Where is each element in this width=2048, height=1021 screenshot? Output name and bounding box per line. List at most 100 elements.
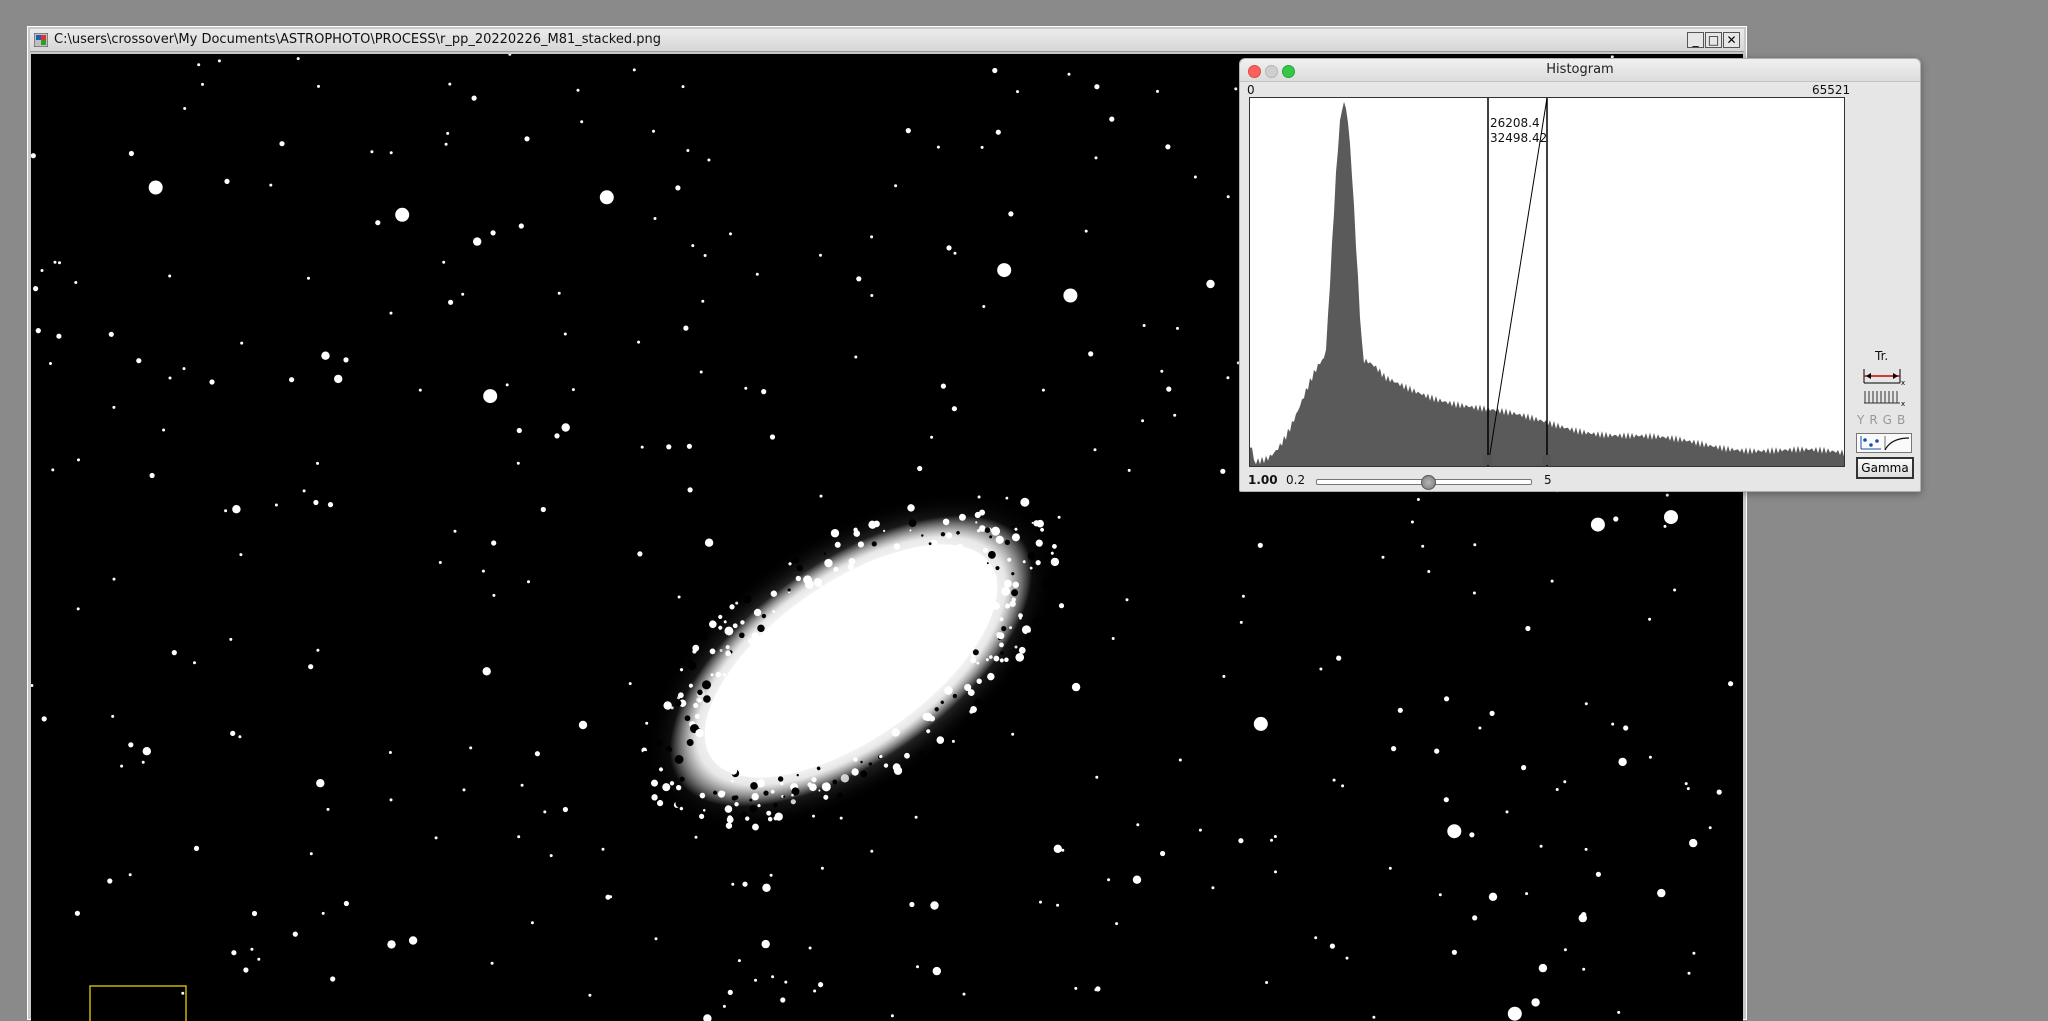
star <box>686 149 690 152</box>
selection-box[interactable] <box>89 985 187 1021</box>
star <box>492 593 496 597</box>
star <box>142 747 151 756</box>
star <box>1550 579 1554 583</box>
star <box>1142 324 1146 327</box>
star <box>1673 588 1677 592</box>
star <box>683 325 689 331</box>
star <box>453 529 457 533</box>
star <box>1336 655 1342 661</box>
histogram-plot[interactable]: 26208.4 32498.42 <box>1249 97 1845 467</box>
star <box>761 939 770 949</box>
star <box>289 377 295 383</box>
histogram-titlebar[interactable]: Histogram <box>1240 59 1920 82</box>
curve-selector[interactable] <box>1856 433 1912 453</box>
star <box>239 553 243 557</box>
star <box>321 911 325 915</box>
gamma-max-label: 5 <box>1544 473 1552 487</box>
star <box>953 251 957 255</box>
star <box>554 433 560 439</box>
star <box>1444 696 1450 702</box>
star <box>729 232 732 236</box>
star <box>1206 279 1215 289</box>
star <box>932 966 941 976</box>
image-window-titlebar[interactable]: C:\users\crossover\My Documents\ASTROPHO… <box>30 29 1744 52</box>
star <box>292 931 298 937</box>
svg-text:x: x <box>1901 379 1905 386</box>
star <box>687 487 693 493</box>
star <box>588 993 592 997</box>
star <box>505 383 509 387</box>
star <box>527 580 530 584</box>
star <box>704 538 714 547</box>
star <box>819 494 823 498</box>
star <box>279 141 285 147</box>
star <box>946 245 952 251</box>
star <box>1125 598 1129 602</box>
star <box>1253 716 1268 731</box>
high-handle[interactable] <box>1542 455 1551 465</box>
star <box>819 253 822 257</box>
close-button[interactable]: ✕ <box>1723 32 1740 48</box>
star <box>780 997 786 1003</box>
star <box>530 921 534 925</box>
star <box>1505 810 1509 814</box>
star <box>1173 413 1177 417</box>
star <box>703 254 707 257</box>
star <box>111 714 115 718</box>
star <box>534 751 540 757</box>
star <box>74 281 78 284</box>
star <box>408 936 418 945</box>
star <box>1539 844 1543 848</box>
star <box>917 465 923 472</box>
channel-labels: YRGB <box>1857 413 1911 427</box>
star <box>1111 637 1115 640</box>
star <box>654 937 658 941</box>
minimize-button[interactable]: _ <box>1687 32 1704 48</box>
star <box>250 947 254 951</box>
star <box>540 506 546 513</box>
levels-icon[interactable]: x <box>1862 389 1908 407</box>
star <box>327 502 334 508</box>
low-handle[interactable] <box>1483 455 1492 465</box>
star <box>31 684 34 687</box>
star <box>471 95 477 101</box>
star <box>181 991 185 995</box>
star <box>168 274 172 278</box>
histogram-graph <box>1250 98 1844 466</box>
star <box>33 286 39 292</box>
star <box>549 854 553 858</box>
star <box>1095 986 1101 992</box>
star <box>1220 468 1226 474</box>
star <box>930 435 934 439</box>
star <box>1472 591 1476 595</box>
star <box>1084 229 1088 233</box>
star <box>1053 844 1062 853</box>
star <box>1451 949 1457 955</box>
maximize-button[interactable]: □ <box>1705 32 1722 48</box>
star <box>561 423 570 432</box>
star <box>1434 748 1440 754</box>
star <box>1584 847 1588 851</box>
star <box>469 746 473 750</box>
star <box>149 472 155 479</box>
histogram-panel[interactable]: Histogram 0 65521 26208.4 32498.42 1.00 … <box>1239 58 1921 492</box>
star <box>681 85 685 89</box>
gamma-button[interactable]: Gamma <box>1856 457 1914 479</box>
star <box>962 992 966 996</box>
star <box>74 910 80 916</box>
star <box>316 648 320 652</box>
star <box>1611 722 1615 726</box>
star <box>557 291 561 295</box>
star <box>601 847 605 851</box>
gamma-slider[interactable] <box>1316 475 1532 490</box>
star <box>1665 493 1669 497</box>
star <box>524 136 530 142</box>
star <box>309 852 313 856</box>
star <box>1257 542 1263 548</box>
star <box>1056 903 1060 907</box>
star <box>326 807 330 811</box>
stretch-icon[interactable]: x <box>1862 366 1908 386</box>
star <box>563 332 567 336</box>
transfer-label: Tr. <box>1875 349 1889 363</box>
gamma-slider-thumb[interactable] <box>1421 475 1437 490</box>
